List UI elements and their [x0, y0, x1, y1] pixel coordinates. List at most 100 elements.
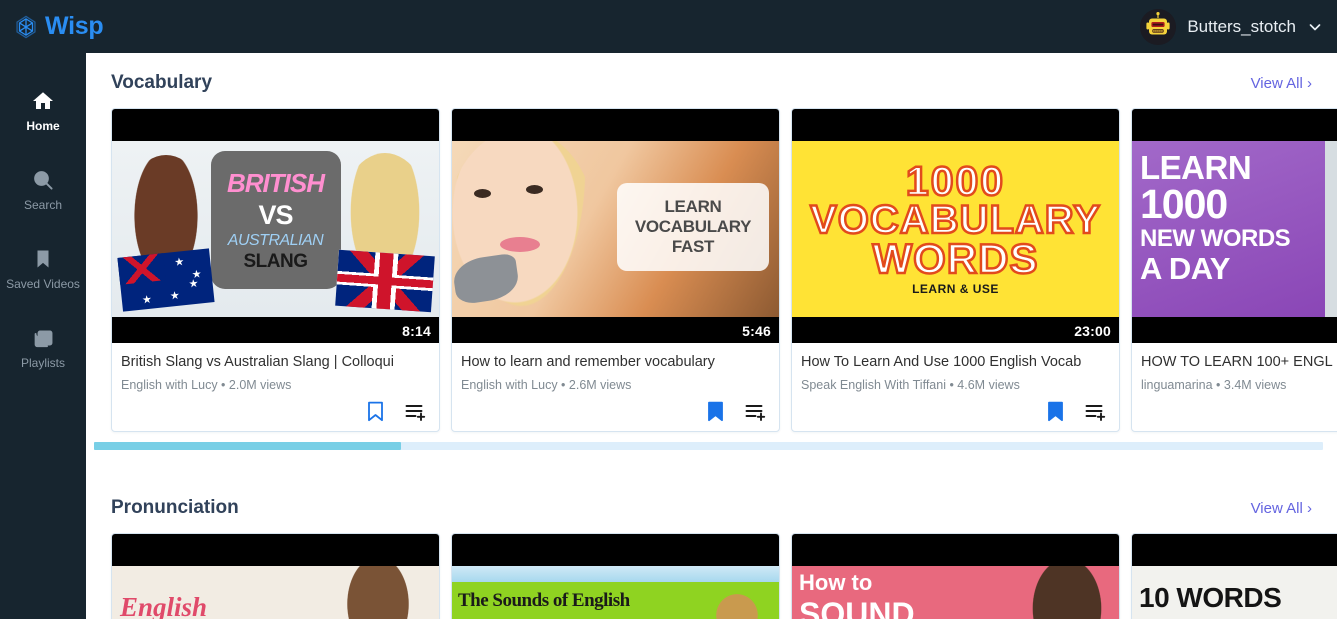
- sidebar-item-search[interactable]: Search: [0, 150, 86, 229]
- video-card-body: HOW TO LEARN 100+ ENGL linguamarina • 3.…: [1132, 343, 1337, 431]
- brand-name: Wisp: [45, 12, 104, 40]
- robot-avatar-icon: [1140, 8, 1177, 45]
- thumbnail-image: English: [112, 566, 439, 619]
- thumb-text-line1: 1000: [905, 158, 1006, 205]
- video-card-actions: [1047, 401, 1107, 422]
- search-icon: [31, 168, 55, 192]
- video-card[interactable]: How to SOUND: [791, 533, 1120, 619]
- thumb-text-line3: FAST: [671, 237, 715, 257]
- thumb-text-line1: LEARN: [1140, 149, 1252, 186]
- thumb-text-line3: AUSTRALIAN: [227, 231, 324, 249]
- video-card-body: British Slang vs Australian Slang | Coll…: [112, 343, 439, 431]
- thumb-text-line3: NEW WORDS: [1140, 224, 1291, 252]
- video-thumbnail[interactable]: How to SOUND: [792, 534, 1119, 619]
- view-all-link-vocabulary[interactable]: View All ›: [1251, 75, 1312, 92]
- video-thumbnail[interactable]: LEARN 1000 NEW WORDS A DAY: [1132, 109, 1337, 343]
- video-thumbnail[interactable]: 1000 VOCABULARY WORDS LEARN & USE 23:00: [792, 109, 1119, 343]
- video-duration: 5:46: [742, 323, 771, 339]
- video-card[interactable]: The Sounds of English: [451, 533, 780, 619]
- thumbnail-image: 10 WORDS: [1132, 566, 1337, 619]
- video-thumbnail[interactable]: 10 WORDS: [1132, 534, 1337, 619]
- brand-logo-link[interactable]: Wisp: [13, 12, 104, 40]
- user-name: Butters_stotch: [1187, 16, 1296, 36]
- sidebar-label-search: Search: [23, 198, 63, 212]
- video-card[interactable]: 10 WORDS: [1131, 533, 1337, 619]
- sidebar-item-saved-videos[interactable]: Saved Videos: [0, 229, 86, 308]
- avatar: [1140, 8, 1177, 45]
- sidebar: Home Search Saved Videos Playlists: [0, 53, 86, 619]
- video-thumbnail[interactable]: The Sounds of English: [452, 534, 779, 619]
- sidebar-label-saved-videos: Saved Videos: [6, 277, 80, 291]
- video-meta: linguamarina • 3.4M views: [1141, 377, 1287, 392]
- bookmark-icon[interactable]: [707, 401, 724, 422]
- video-card-body: How To Learn And Use 1000 English Vocab …: [792, 343, 1119, 431]
- thumb-text-line3: WORDS: [871, 235, 1039, 283]
- video-card[interactable]: LEARN 1000 NEW WORDS A DAY HOW TO LEARN …: [1131, 108, 1337, 432]
- video-title: British Slang vs Australian Slang | Coll…: [121, 354, 394, 370]
- video-title: How To Learn And Use 1000 English Vocab: [801, 354, 1082, 370]
- chevron-down-icon[interactable]: [1307, 19, 1323, 35]
- user-menu[interactable]: Butters_stotch: [1140, 0, 1323, 53]
- wisp-logo-icon: [16, 15, 36, 38]
- video-card[interactable]: BRITISH VS AUSTRALIAN SLANG ★ ★ ★ ★ ★ 8:…: [111, 108, 440, 432]
- thumb-text-line1: 10 WORDS: [1139, 582, 1282, 613]
- thumbnail-image: LEARN 1000 NEW WORDS A DAY: [1132, 141, 1337, 317]
- add-to-playlist-icon[interactable]: [745, 402, 767, 422]
- thumbnail-image: LEARN VOCABULARY FAST: [452, 141, 779, 317]
- video-card-actions: [367, 401, 427, 422]
- main-content: Vocabulary View All › BRITISH VS AUSTRAL…: [86, 53, 1337, 619]
- video-thumbnail[interactable]: LEARN VOCABULARY FAST 5:46: [452, 109, 779, 343]
- video-duration: 23:00: [1074, 323, 1111, 339]
- thumbnail-image: 1000 VOCABULARY WORDS LEARN & USE: [792, 141, 1119, 317]
- carousel-scrollbar-vocabulary[interactable]: [94, 442, 1323, 450]
- view-all-link-pronunciation[interactable]: View All ›: [1251, 500, 1312, 517]
- bookmark-icon[interactable]: [1047, 401, 1064, 422]
- card-row-vocabulary: BRITISH VS AUSTRALIAN SLANG ★ ★ ★ ★ ★ 8:…: [86, 108, 1337, 432]
- thumb-text-line4: SLANG: [243, 250, 309, 272]
- thumb-text-line1: The Sounds of English: [458, 590, 630, 611]
- video-meta: English with Lucy • 2.6M views: [461, 377, 632, 392]
- sidebar-label-home: Home: [26, 119, 60, 133]
- sidebar-label-playlists: Playlists: [20, 356, 65, 370]
- section-header-vocabulary: Vocabulary View All ›: [86, 53, 1337, 108]
- bookmark-icon: [31, 247, 55, 271]
- carousel-vocabulary: BRITISH VS AUSTRALIAN SLANG ★ ★ ★ ★ ★ 8:…: [86, 108, 1337, 450]
- thumb-text-line1: BRITISH: [227, 167, 325, 198]
- video-thumbnail[interactable]: English: [112, 534, 439, 619]
- video-card[interactable]: LEARN VOCABULARY FAST 5:46 How to learn …: [451, 108, 780, 432]
- thumb-text-line1: LEARN: [664, 196, 722, 216]
- thumb-text-line2: SOUND: [799, 596, 915, 619]
- section-pronunciation: Pronunciation View All › English The Sou…: [86, 478, 1337, 619]
- thumb-text-line2: VOCABULARY: [809, 198, 1101, 243]
- section-title: Pronunciation: [111, 497, 239, 518]
- thumbnail-image: The Sounds of English: [452, 566, 779, 619]
- video-card[interactable]: 1000 VOCABULARY WORDS LEARN & USE 23:00 …: [791, 108, 1120, 432]
- playlists-icon: [31, 326, 55, 350]
- thumb-text-line2: VOCABULARY: [634, 216, 752, 236]
- top-bar: Wisp Butters_stotch: [0, 0, 1337, 53]
- bookmark-icon[interactable]: [367, 401, 384, 422]
- section-vocabulary: Vocabulary View All › BRITISH VS AUSTRAL…: [86, 53, 1337, 450]
- video-title: How to learn and remember vocabulary: [461, 354, 715, 370]
- add-to-playlist-icon[interactable]: [405, 402, 427, 422]
- video-duration: 8:14: [402, 323, 431, 339]
- card-row-pronunciation: English The Sounds of English How to SOU…: [86, 533, 1337, 619]
- video-card-actions: [707, 401, 767, 422]
- scrollbar-thumb[interactable]: [94, 442, 402, 450]
- video-card[interactable]: English: [111, 533, 440, 619]
- thumb-text-line4: A DAY: [1140, 251, 1230, 287]
- thumb-text-line1: How to: [799, 570, 873, 595]
- section-title: Vocabulary: [111, 72, 213, 93]
- add-to-playlist-icon[interactable]: [1085, 402, 1107, 422]
- thumbnail-image: How to SOUND: [792, 566, 1119, 619]
- sidebar-item-home[interactable]: Home: [0, 71, 86, 150]
- section-header-pronunciation: Pronunciation View All ›: [86, 478, 1337, 533]
- thumbnail-image: BRITISH VS AUSTRALIAN SLANG ★ ★ ★ ★ ★: [112, 141, 439, 317]
- video-thumbnail[interactable]: BRITISH VS AUSTRALIAN SLANG ★ ★ ★ ★ ★ 8:…: [112, 109, 439, 343]
- thumb-text-line2: VS: [258, 199, 293, 230]
- video-meta: English with Lucy • 2.0M views: [121, 377, 292, 392]
- video-title: HOW TO LEARN 100+ ENGL: [1141, 354, 1333, 370]
- thumb-text-line4: LEARN & USE: [912, 281, 999, 296]
- sidebar-item-playlists[interactable]: Playlists: [0, 308, 86, 387]
- home-icon: [31, 89, 55, 113]
